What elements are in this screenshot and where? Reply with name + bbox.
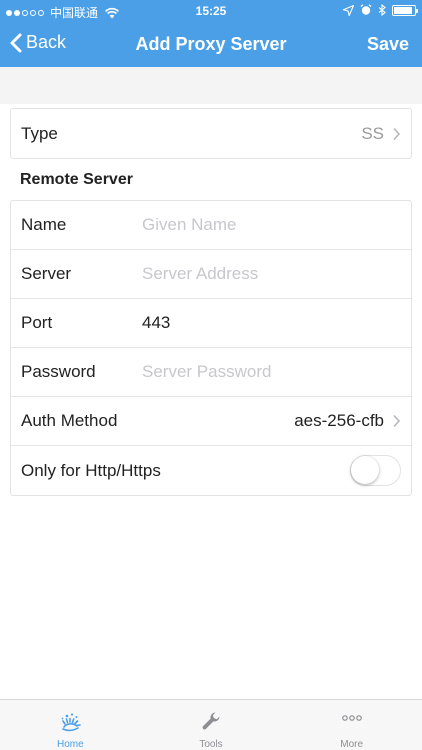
port-label: Port	[21, 313, 53, 332]
password-row: Password	[11, 348, 411, 397]
auth-method-label: Auth Method	[21, 411, 118, 430]
tab-tools[interactable]: Tools	[141, 700, 282, 750]
port-input[interactable]	[142, 313, 401, 333]
bluetooth-icon	[378, 4, 386, 16]
top-bar: 中国联通 15:25 Back Add Proxy Server Save	[0, 0, 422, 67]
auth-method-row[interactable]: Auth Method aes-256-cfb	[11, 397, 411, 446]
port-row: Port	[11, 299, 411, 348]
server-row: Server	[11, 250, 411, 299]
tab-more[interactable]: More	[281, 700, 422, 750]
name-input[interactable]	[142, 215, 401, 235]
tab-home[interactable]: Home	[0, 700, 141, 750]
type-value: SS	[361, 123, 384, 143]
battery-icon	[392, 4, 418, 16]
password-input[interactable]	[142, 362, 401, 382]
navigation-bar: Back Add Proxy Server Save	[0, 22, 422, 67]
tab-tools-label: Tools	[199, 739, 223, 750]
toggle-knob	[351, 456, 379, 484]
type-label: Type	[21, 123, 58, 143]
more-dots-icon	[341, 715, 362, 721]
tab-bar: Home Tools More	[0, 699, 422, 750]
http-only-label: Only for Http/Https	[21, 460, 161, 480]
name-label: Name	[21, 215, 67, 234]
http-only-row: Only for Http/Https	[11, 446, 411, 495]
section-spacer	[0, 67, 422, 104]
chevron-right-icon	[393, 414, 401, 428]
type-card: Type SS	[10, 108, 412, 159]
password-label: Password	[21, 362, 96, 381]
tab-more-label: More	[340, 739, 364, 750]
tab-home-label: Home	[56, 739, 84, 750]
auth-method-value: aes-256-cfb	[294, 411, 384, 430]
name-row: Name	[11, 201, 411, 250]
alarm-clock-icon	[360, 4, 372, 15]
status-right	[343, 4, 418, 16]
save-button[interactable]: Save	[367, 34, 409, 55]
remote-server-card: Name Server Port Password Auth Method ae…	[10, 200, 412, 496]
section-title-remote-server: Remote Server	[20, 171, 133, 188]
type-row[interactable]: Type SS	[11, 109, 411, 158]
home-logo-icon	[61, 713, 82, 732]
chevron-right-icon	[393, 127, 401, 140]
page-title: Add Proxy Server	[135, 34, 287, 54]
status-bar: 中国联通 15:25	[0, 0, 422, 22]
server-label: Server	[21, 264, 72, 283]
http-only-toggle[interactable]	[350, 455, 401, 486]
location-arrow-icon	[343, 4, 354, 16]
wrench-icon	[202, 712, 220, 730]
server-address-input[interactable]	[142, 264, 401, 284]
